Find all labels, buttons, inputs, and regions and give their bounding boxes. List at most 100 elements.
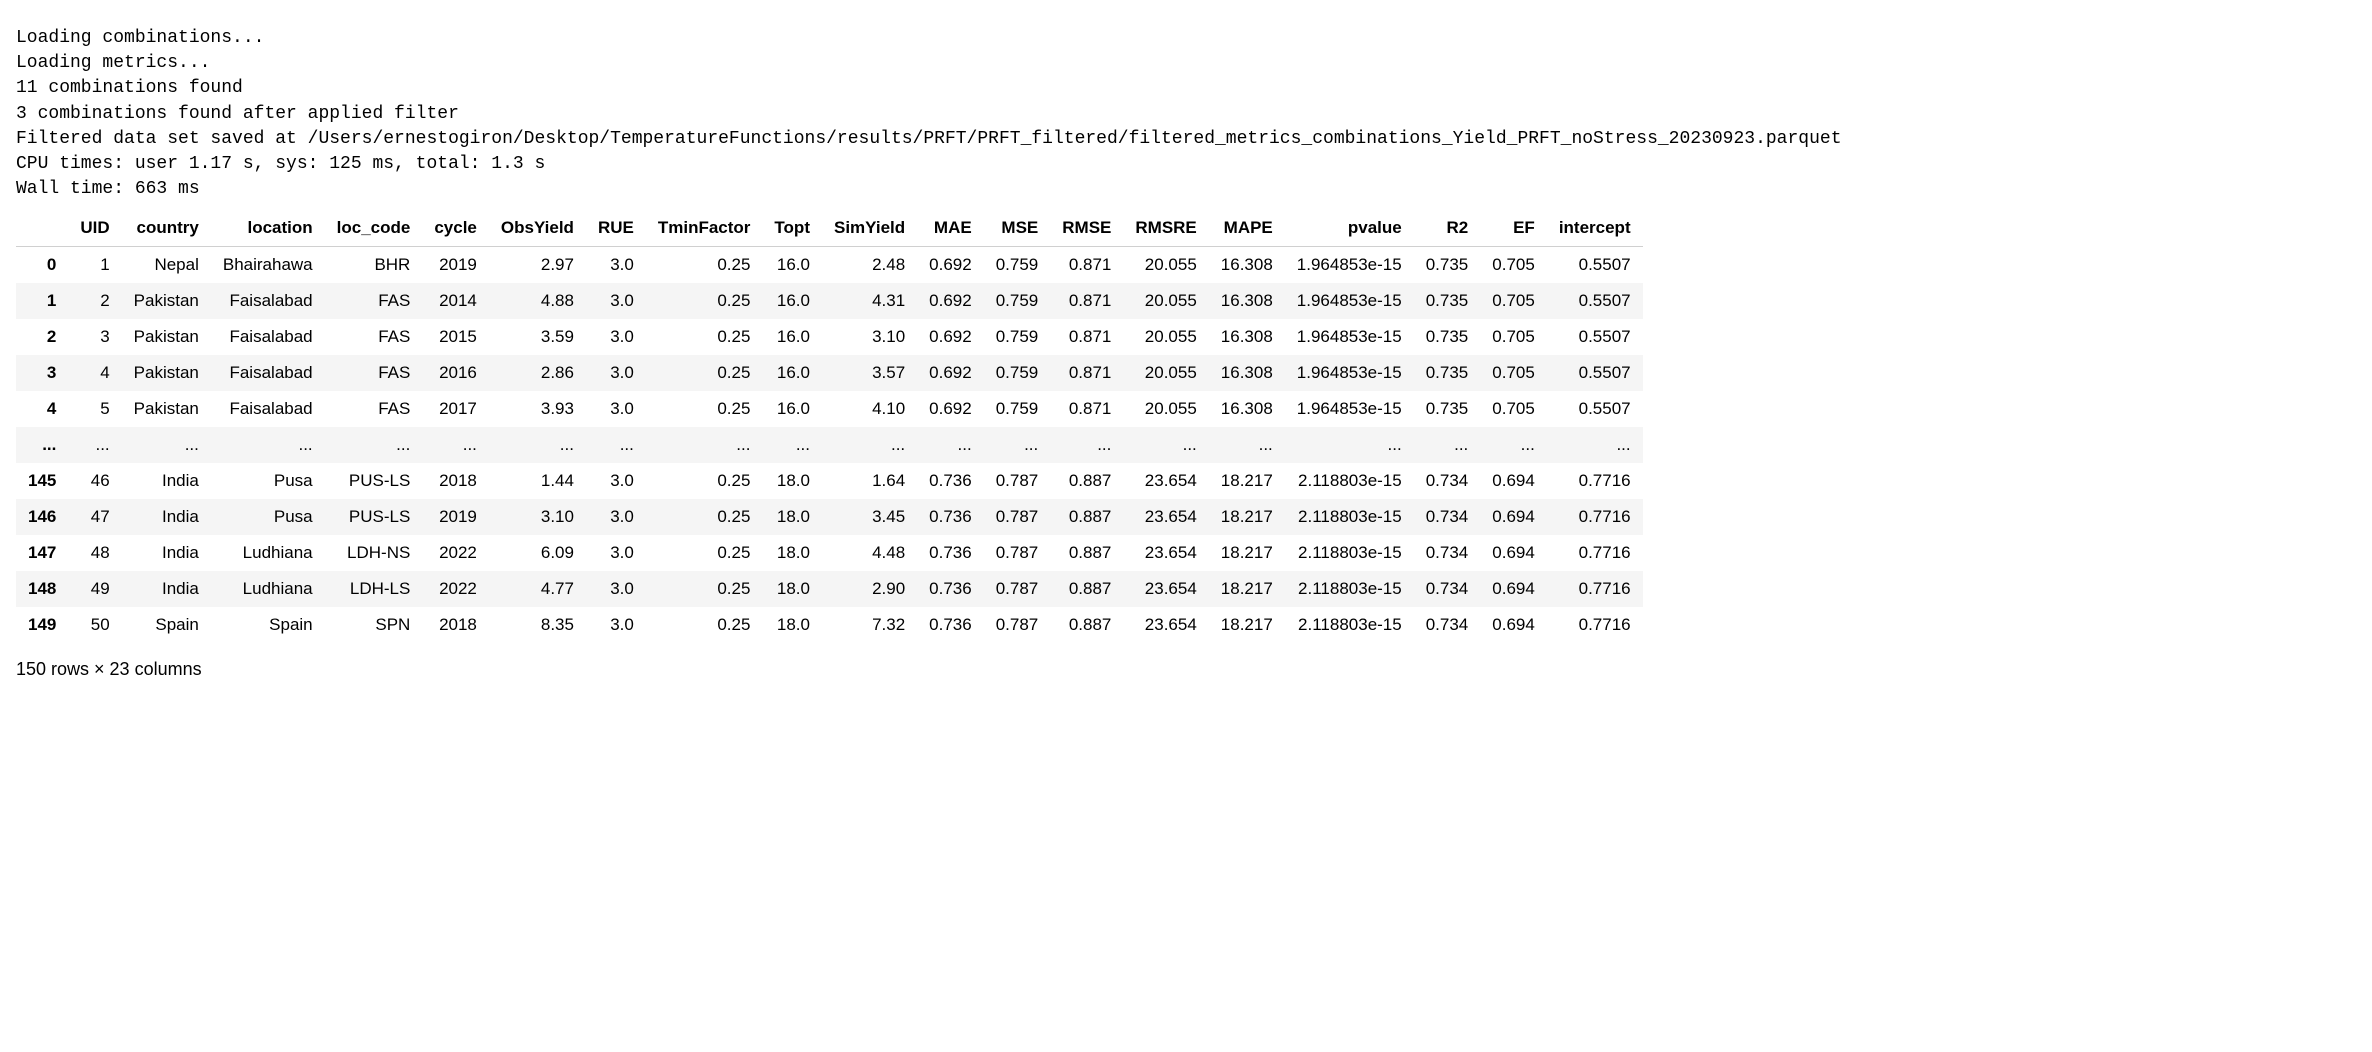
- row-index: 148: [16, 571, 68, 607]
- table-cell: ...: [586, 427, 646, 463]
- table-cell: 0.887: [1050, 607, 1123, 643]
- table-cell: 18.217: [1209, 571, 1285, 607]
- table-cell: 4.10: [822, 391, 917, 427]
- table-cell: 0.25: [646, 535, 763, 571]
- table-cell: 2.86: [489, 355, 586, 391]
- column-header: RMSRE: [1123, 210, 1208, 247]
- table-cell: 0.734: [1414, 535, 1481, 571]
- table-cell: 1.964853e-15: [1285, 355, 1414, 391]
- table-cell: 0.787: [984, 499, 1051, 535]
- table-cell: 18.0: [762, 535, 822, 571]
- table-cell: 0.871: [1050, 355, 1123, 391]
- table-cell: ...: [917, 427, 984, 463]
- table-cell: Pakistan: [122, 355, 211, 391]
- table-cell: LDH-LS: [325, 571, 423, 607]
- table-cell: 0.692: [917, 283, 984, 319]
- table-cell: PUS-LS: [325, 499, 423, 535]
- table-cell: 0.694: [1480, 607, 1547, 643]
- table-row: 01NepalBhairahawaBHR20192.973.00.2516.02…: [16, 247, 1643, 284]
- table-cell: 18.217: [1209, 607, 1285, 643]
- table-cell: 16.308: [1209, 391, 1285, 427]
- table-row: 14546IndiaPusaPUS-LS20181.443.00.2518.01…: [16, 463, 1643, 499]
- table-cell: 0.734: [1414, 571, 1481, 607]
- table-row: 45PakistanFaisalabadFAS20173.933.00.2516…: [16, 391, 1643, 427]
- table-cell: 20.055: [1123, 283, 1208, 319]
- table-cell: 16.308: [1209, 283, 1285, 319]
- table-row: 14748IndiaLudhianaLDH-NS20226.093.00.251…: [16, 535, 1643, 571]
- table-row: 14849IndiaLudhianaLDH-LS20224.773.00.251…: [16, 571, 1643, 607]
- table-cell: 18.0: [762, 463, 822, 499]
- table-cell: 0.25: [646, 571, 763, 607]
- row-index: 0: [16, 247, 68, 284]
- table-cell: 0.736: [917, 499, 984, 535]
- table-cell: 0.871: [1050, 391, 1123, 427]
- table-cell: 3.0: [586, 391, 646, 427]
- table-cell: BHR: [325, 247, 423, 284]
- table-cell: ...: [68, 427, 121, 463]
- table-cell: 4.48: [822, 535, 917, 571]
- table-cell: 18.0: [762, 499, 822, 535]
- table-cell: 16.308: [1209, 355, 1285, 391]
- table-cell: SPN: [325, 607, 423, 643]
- output-log: Loading combinations... Loading metrics.…: [16, 26, 2356, 202]
- table-cell: 1.964853e-15: [1285, 391, 1414, 427]
- table-cell: ...: [984, 427, 1051, 463]
- table-cell: 2019: [422, 499, 489, 535]
- table-cell: 0.7716: [1547, 607, 1643, 643]
- table-cell: 0.694: [1480, 535, 1547, 571]
- table-cell: 0.7716: [1547, 535, 1643, 571]
- table-cell: 3.0: [586, 283, 646, 319]
- table-cell: 16.0: [762, 319, 822, 355]
- table-cell: 0.887: [1050, 499, 1123, 535]
- column-header: R2: [1414, 210, 1481, 247]
- table-cell: 16.308: [1209, 319, 1285, 355]
- table-cell: 0.759: [984, 355, 1051, 391]
- table-cell: 16.0: [762, 355, 822, 391]
- table-cell: 2014: [422, 283, 489, 319]
- table-cell: 0.7716: [1547, 499, 1643, 535]
- table-cell: ...: [1480, 427, 1547, 463]
- table-cell: 6.09: [489, 535, 586, 571]
- table-cell: 3.0: [586, 463, 646, 499]
- column-header: country: [122, 210, 211, 247]
- table-cell: 0.736: [917, 463, 984, 499]
- table-cell: 0.759: [984, 319, 1051, 355]
- table-cell: 0.692: [917, 391, 984, 427]
- table-cell: Faisalabad: [211, 391, 325, 427]
- table-cell: 16.0: [762, 247, 822, 284]
- table-cell: 16.0: [762, 283, 822, 319]
- table-cell: 3.10: [822, 319, 917, 355]
- table-cell: 0.694: [1480, 463, 1547, 499]
- table-cell: LDH-NS: [325, 535, 423, 571]
- column-header: RMSE: [1050, 210, 1123, 247]
- table-cell: ...: [122, 427, 211, 463]
- table-cell: 23.654: [1123, 607, 1208, 643]
- table-cell: 0.705: [1480, 355, 1547, 391]
- column-header: UID: [68, 210, 121, 247]
- column-header: SimYield: [822, 210, 917, 247]
- table-cell: 0.694: [1480, 499, 1547, 535]
- table-cell: ...: [211, 427, 325, 463]
- table-cell: 2019: [422, 247, 489, 284]
- column-header: intercept: [1547, 210, 1643, 247]
- table-cell: 3.0: [586, 319, 646, 355]
- table-cell: 0.871: [1050, 247, 1123, 284]
- table-cell: 4.77: [489, 571, 586, 607]
- table-cell: 16.0: [762, 391, 822, 427]
- table-cell: 20.055: [1123, 247, 1208, 284]
- table-cell: 3.45: [822, 499, 917, 535]
- table-cell: ...: [822, 427, 917, 463]
- table-cell: 2.118803e-15: [1285, 607, 1414, 643]
- table-cell: 18.217: [1209, 463, 1285, 499]
- table-cell: 3.59: [489, 319, 586, 355]
- table-cell: 0.887: [1050, 463, 1123, 499]
- table-cell: 2.48: [822, 247, 917, 284]
- table-cell: ...: [1285, 427, 1414, 463]
- table-cell: 0.787: [984, 571, 1051, 607]
- row-index: 146: [16, 499, 68, 535]
- dataframe-shape-footer: 150 rows × 23 columns: [16, 659, 2356, 680]
- table-cell: 0.692: [917, 247, 984, 284]
- table-cell: 2018: [422, 463, 489, 499]
- column-header: EF: [1480, 210, 1547, 247]
- row-index: 3: [16, 355, 68, 391]
